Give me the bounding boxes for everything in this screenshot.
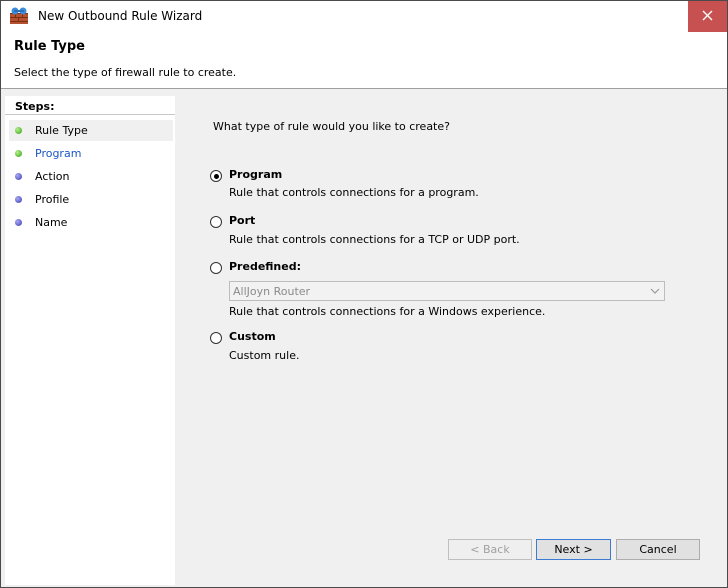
- step-label: Action: [35, 170, 70, 183]
- option-description: Rule that controls connections for a pro…: [229, 186, 479, 199]
- firewall-icon: [9, 7, 29, 25]
- step-rule-type[interactable]: Rule Type: [9, 120, 173, 141]
- predefined-dropdown[interactable]: AllJoyn Router: [229, 281, 665, 301]
- radio-program[interactable]: [210, 170, 222, 182]
- step-complete-icon: [15, 150, 22, 157]
- page-subtitle: Select the type of firewall rule to crea…: [14, 66, 237, 79]
- wizard-header: Rule Type Select the type of firewall ru…: [1, 32, 727, 89]
- step-label: Name: [35, 216, 68, 229]
- option-label[interactable]: Custom: [229, 330, 276, 343]
- close-button[interactable]: [688, 1, 727, 32]
- wizard-window: New Outbound Rule Wizard Rule Type Selec…: [0, 0, 728, 588]
- step-pending-icon: [15, 196, 22, 203]
- next-button[interactable]: Next >: [536, 539, 611, 560]
- option-description: Rule that controls connections for a TCP…: [229, 233, 520, 246]
- back-button[interactable]: < Back: [448, 539, 532, 560]
- radio-port[interactable]: [210, 216, 222, 228]
- steps-heading: Steps:: [15, 100, 55, 113]
- step-name[interactable]: Name: [9, 212, 173, 233]
- option-description: Custom rule.: [229, 349, 300, 362]
- window-title: New Outbound Rule Wizard: [38, 9, 203, 23]
- step-pending-icon: [15, 219, 22, 226]
- main-panel: What type of rule would you like to crea…: [176, 90, 727, 587]
- cancel-button[interactable]: Cancel: [616, 539, 700, 560]
- radio-predefined[interactable]: [210, 262, 222, 274]
- rule-type-question: What type of rule would you like to crea…: [213, 120, 450, 133]
- step-action[interactable]: Action: [9, 166, 173, 187]
- step-label: Program: [35, 147, 82, 160]
- step-label: Profile: [35, 193, 70, 206]
- step-pending-icon: [15, 173, 22, 180]
- page-title: Rule Type: [14, 39, 85, 54]
- steps-divider: [5, 114, 175, 115]
- steps-sidebar: Steps: Rule Type Program Action Profile …: [5, 96, 175, 585]
- option-description: Rule that controls connections for a Win…: [229, 305, 546, 318]
- step-label: Rule Type: [35, 124, 88, 137]
- dropdown-value: AllJoyn Router: [233, 284, 311, 298]
- title-bar[interactable]: New Outbound Rule Wizard: [1, 1, 727, 32]
- option-label[interactable]: Predefined:: [229, 260, 301, 273]
- option-label[interactable]: Program: [229, 168, 282, 181]
- step-profile[interactable]: Profile: [9, 189, 173, 210]
- step-complete-icon: [15, 127, 22, 134]
- chevron-down-icon: [646, 288, 664, 294]
- radio-custom[interactable]: [210, 332, 222, 344]
- step-program[interactable]: Program: [9, 143, 173, 164]
- close-icon: [702, 10, 713, 24]
- option-label[interactable]: Port: [229, 214, 255, 227]
